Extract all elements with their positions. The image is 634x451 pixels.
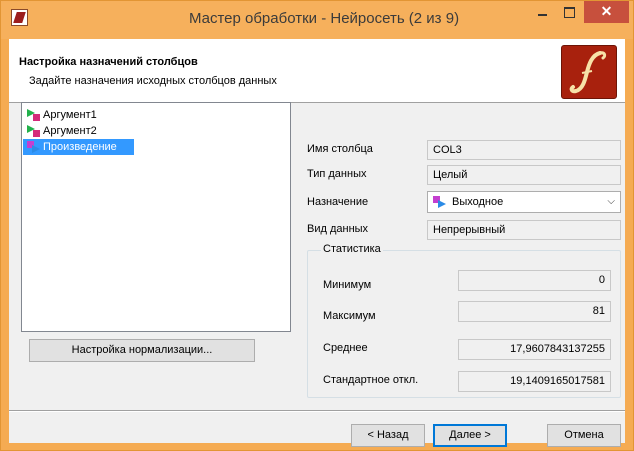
list-item-label: Произведение — [43, 141, 117, 153]
min-label: Минимум — [323, 279, 372, 291]
wizard-header: Настройка назначений столбцов Задайте на… — [9, 39, 625, 103]
minimize-button[interactable] — [529, 1, 555, 23]
title-bar[interactable]: Мастер обработки - Нейросеть (2 из 9) ✕ — [1, 1, 633, 39]
header-subtitle: Задайте назначения исходных столбцов дан… — [29, 75, 277, 87]
purpose-label: Назначение — [307, 196, 369, 208]
std-label: Стандартное откл. — [323, 374, 419, 386]
list-item-product[interactable]: Произведение — [23, 139, 134, 155]
data-type-label: Тип данных — [307, 168, 367, 180]
normalization-settings-button[interactable]: Настройка нормализации... — [29, 339, 255, 362]
wizard-window: Мастер обработки - Нейросеть (2 из 9) ✕ … — [0, 0, 634, 451]
header-title: Настройка назначений столбцов — [19, 56, 198, 68]
maximize-button[interactable] — [556, 1, 582, 23]
next-button[interactable]: Далее > — [433, 424, 507, 447]
columns-list[interactable]: Аргумент1 Аргумент2 Произведение — [21, 102, 291, 332]
mean-label: Среднее — [323, 342, 368, 354]
output-column-icon — [433, 196, 446, 208]
list-item-label: Аргумент1 — [43, 109, 97, 121]
list-item-label: Аргумент2 — [43, 125, 97, 137]
list-item-argument1[interactable]: Аргумент1 — [23, 107, 97, 123]
max-value: 81 — [458, 301, 611, 322]
output-column-icon — [27, 141, 40, 153]
purpose-value: Выходное — [452, 196, 504, 208]
statistics-legend: Статистика — [321, 243, 383, 255]
data-type-field: Целый — [427, 165, 621, 185]
close-icon: ✕ — [600, 3, 613, 19]
purpose-select[interactable]: Выходное ⌵ — [427, 191, 621, 213]
input-column-icon — [27, 125, 40, 137]
wizard-client: Настройка назначений столбцов Задайте на… — [9, 39, 625, 447]
back-button[interactable]: < Назад — [351, 424, 425, 447]
max-label: Максимум — [323, 310, 376, 322]
min-value: 0 — [458, 270, 611, 291]
deductor-logo-icon — [561, 45, 617, 99]
footer-divider-highlight — [9, 411, 625, 412]
close-button[interactable]: ✕ — [584, 1, 629, 23]
cancel-button[interactable]: Отмена — [547, 424, 621, 447]
input-column-icon — [27, 109, 40, 121]
column-name-field: COL3 — [427, 140, 621, 160]
list-item-argument2[interactable]: Аргумент2 — [23, 123, 97, 139]
data-kind-label: Вид данных — [307, 223, 369, 235]
data-kind-field: Непрерывный — [427, 220, 621, 240]
chevron-down-icon[interactable]: ⌵ — [607, 192, 615, 212]
std-value: 19,1409165017581 — [458, 371, 611, 392]
column-name-label: Имя столбца — [307, 143, 373, 155]
mean-value: 17,9607843137255 — [458, 339, 611, 360]
